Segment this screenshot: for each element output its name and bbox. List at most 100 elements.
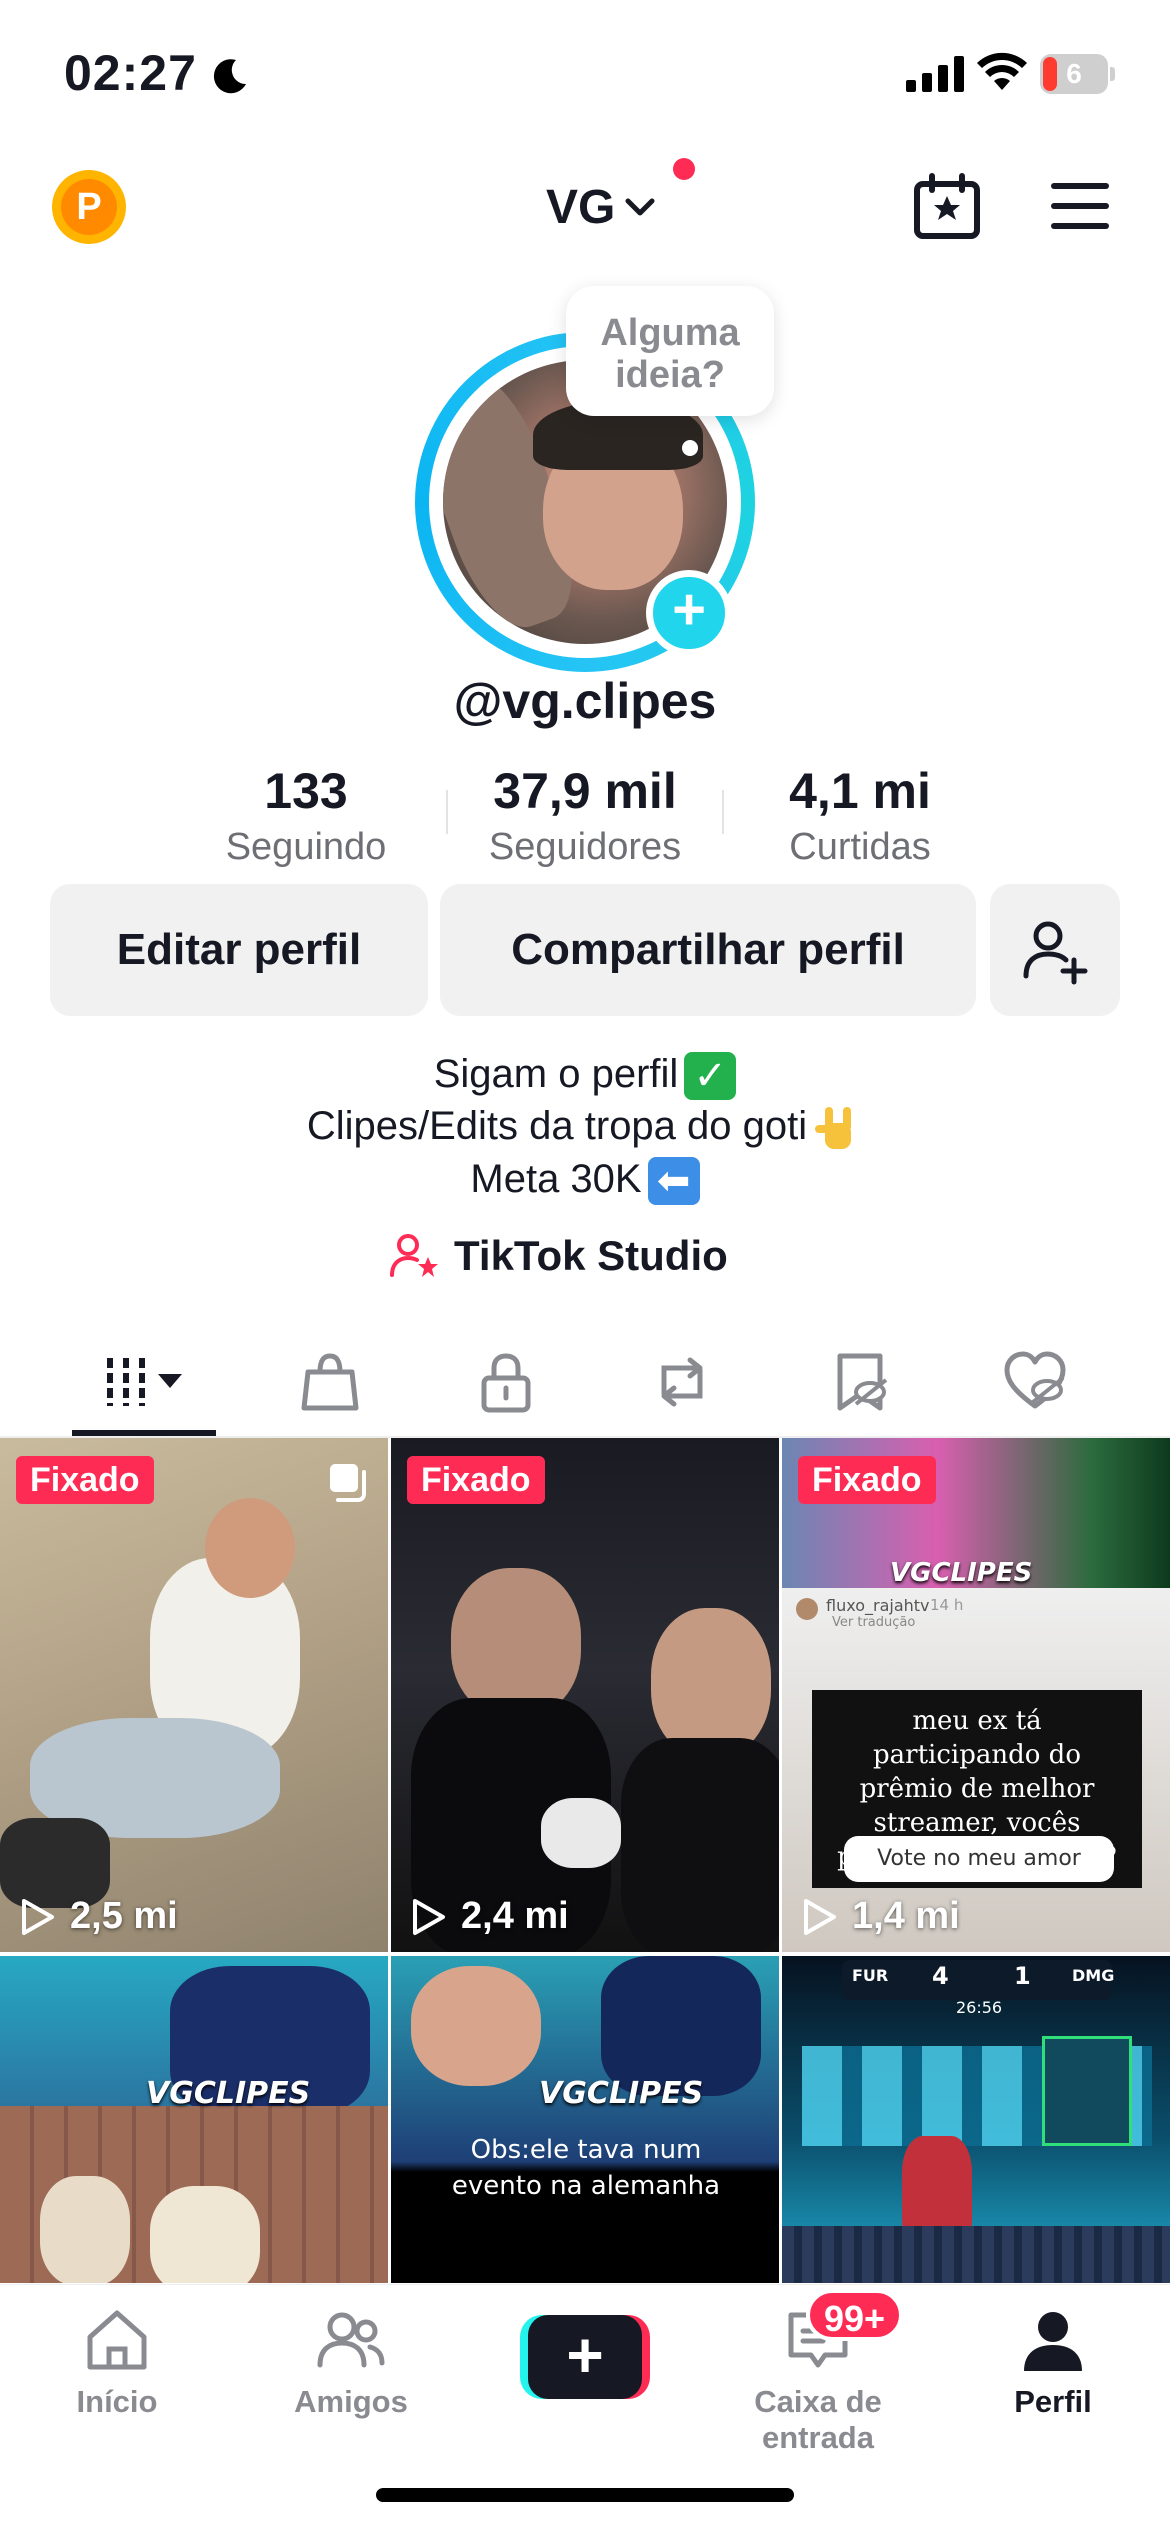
team-right: DMG bbox=[1072, 1966, 1115, 1985]
chevron-down-icon bbox=[625, 198, 655, 216]
story-link: Vote no meu amor bbox=[844, 1836, 1114, 1882]
bio-line-3: Meta 30K bbox=[470, 1156, 642, 1201]
heart-hidden-icon bbox=[1004, 1351, 1065, 1409]
story-time: 14 h bbox=[930, 1596, 964, 1614]
stat-following[interactable]: 133 Seguindo bbox=[206, 762, 406, 869]
play-icon bbox=[413, 1898, 445, 1935]
studio-person-star-icon bbox=[390, 1234, 438, 1277]
add-story-button[interactable]: + bbox=[646, 570, 732, 656]
stat-followers[interactable]: 37,9 mil Seguidores bbox=[460, 762, 710, 869]
share-profile-button[interactable]: Compartilhar perfil bbox=[440, 884, 976, 1016]
plus-icon: + bbox=[528, 2315, 642, 2399]
home-icon bbox=[87, 2310, 147, 2370]
nav-home-label: Início bbox=[76, 2384, 158, 2419]
video-caption: Obs:ele tava num evento na alemanha bbox=[451, 2135, 721, 2201]
tab-saved[interactable] bbox=[762, 1330, 957, 1434]
nav-friends[interactable]: Amigos bbox=[234, 2305, 468, 2420]
home-indicator[interactable] bbox=[376, 2488, 794, 2502]
check-mark-emoji-icon: ✓ bbox=[684, 1052, 737, 1101]
stat-divider bbox=[446, 790, 448, 834]
add-friends-button[interactable] bbox=[990, 884, 1120, 1016]
nav-inbox-label: Caixa de entrada bbox=[754, 2384, 882, 2455]
inbox-badge: 99+ bbox=[806, 2289, 904, 2341]
tab-private[interactable] bbox=[408, 1330, 603, 1434]
story-user: fluxo_rajahtv bbox=[826, 1596, 930, 1615]
video-thumbnail[interactable]: VGCLIPES fluxo_rajahtv 14 h Ver tradução… bbox=[782, 1438, 1170, 1952]
notification-dot bbox=[673, 158, 695, 180]
stat-value: 37,9 mil bbox=[493, 763, 677, 819]
bio-line-2: Clipes/Edits da tropa do goti bbox=[306, 1104, 808, 1149]
view-count-value: 2,4 mi bbox=[461, 1895, 569, 1937]
calendar-star-icon[interactable] bbox=[912, 172, 982, 242]
play-icon bbox=[804, 1898, 836, 1935]
create-button[interactable]: + bbox=[520, 2315, 650, 2399]
battery-level: 6 bbox=[1066, 58, 1082, 89]
stat-value: 4,1 mi bbox=[789, 763, 931, 819]
nav-friends-label: Amigos bbox=[294, 2384, 408, 2419]
stat-label: Curtidas bbox=[789, 826, 931, 868]
tab-videos[interactable] bbox=[47, 1330, 242, 1434]
rock-hand-emoji-icon bbox=[815, 1106, 852, 1149]
video-thumbnail[interactable]: VGCLIPES Obs:ele tava num evento na alem… bbox=[391, 1956, 779, 2283]
stat-likes[interactable]: 4,1 mi Curtidas bbox=[760, 762, 960, 869]
bio: Sigam o perfil ✓ Clipes/Edits da tropa do… bbox=[0, 1048, 1170, 1206]
stat-label: Seguindo bbox=[225, 826, 387, 868]
nav-home[interactable]: Início bbox=[0, 2305, 234, 2420]
menu-icon[interactable] bbox=[1050, 180, 1110, 232]
nav-profile[interactable]: Perfil bbox=[936, 2305, 1170, 2420]
view-count: 2,4 mi bbox=[407, 1895, 569, 1938]
tab-shop[interactable] bbox=[232, 1330, 427, 1434]
left-arrow-emoji-icon: ⬅ bbox=[647, 1157, 700, 1206]
bubble-line-2: ideia? bbox=[615, 354, 725, 396]
match-clock: 26:56 bbox=[956, 1998, 1003, 2017]
nav-profile-label: Perfil bbox=[1014, 2384, 1092, 2419]
view-count-value: 1,4 mi bbox=[852, 1895, 960, 1937]
account-switcher[interactable]: VG bbox=[546, 172, 657, 242]
video-grid: Fixado 2,5 mi Fixado 2,4 mi VGCLIPES flu… bbox=[0, 1438, 1170, 2283]
view-count-value: 2,5 mi bbox=[70, 1895, 178, 1937]
profile-tabs bbox=[0, 1330, 1170, 1438]
pinned-badge: Fixado bbox=[407, 1456, 545, 1504]
add-person-icon bbox=[1023, 921, 1088, 985]
stat-label: Seguidores bbox=[488, 826, 682, 868]
edit-profile-button[interactable]: Editar perfil bbox=[50, 884, 428, 1016]
video-thumbnail[interactable]: Fixado 2,5 mi bbox=[0, 1438, 388, 1952]
lock-icon bbox=[481, 1353, 530, 1413]
studio-label: TikTok Studio bbox=[454, 1232, 728, 1279]
stat-divider bbox=[722, 790, 724, 834]
shopping-bag-icon bbox=[301, 1353, 358, 1411]
username: @vg.clipes bbox=[453, 673, 717, 729]
coin-icon: P bbox=[61, 179, 117, 235]
view-count: 2,5 mi bbox=[16, 1895, 178, 1938]
tab-reposts[interactable] bbox=[584, 1330, 779, 1434]
grid-filter-icon bbox=[106, 1358, 182, 1406]
status-time: 02:27 bbox=[64, 45, 197, 101]
idea-bubble[interactable]: Alguma ideia? bbox=[566, 286, 774, 416]
score-right: 1 bbox=[1014, 1962, 1031, 1990]
video-watermark: VGCLIPES bbox=[539, 2076, 704, 2111]
video-watermark: VGCLIPES bbox=[146, 2076, 311, 2111]
view-count: 1,4 mi bbox=[798, 1895, 960, 1938]
tiktok-studio-link[interactable]: TikTok Studio bbox=[390, 1228, 728, 1284]
play-icon bbox=[22, 1898, 54, 1935]
tab-liked[interactable] bbox=[937, 1330, 1132, 1434]
pinned-badge: Fixado bbox=[16, 1456, 154, 1504]
coins-button[interactable]: P bbox=[52, 170, 126, 244]
status-bar: 02:27 6 bbox=[0, 0, 1170, 150]
repost-icon bbox=[661, 1357, 702, 1407]
video-thumbnail[interactable]: VGCLIPES bbox=[0, 1956, 388, 2283]
bubble-line-1: Alguma bbox=[600, 312, 740, 354]
video-thumbnail[interactable]: FUR 4 1 DMG 26:56 bbox=[782, 1956, 1170, 2283]
cellular-signal-icon bbox=[906, 56, 964, 92]
bookmark-hidden-icon bbox=[837, 1353, 887, 1411]
stat-value: 133 bbox=[264, 763, 348, 819]
video-thumbnail[interactable]: Fixado 2,4 mi bbox=[391, 1438, 779, 1952]
friends-icon bbox=[317, 2312, 385, 2368]
video-watermark: VGCLIPES bbox=[890, 1558, 1033, 1588]
wifi-icon bbox=[977, 52, 1027, 90]
account-name: VG bbox=[546, 180, 616, 234]
profile-icon bbox=[1024, 2312, 1082, 2371]
story-translate: Ver tradução bbox=[832, 1615, 916, 1630]
bio-line-1: Sigam o perfil bbox=[433, 1052, 679, 1096]
score-left: 4 bbox=[932, 1962, 949, 1990]
